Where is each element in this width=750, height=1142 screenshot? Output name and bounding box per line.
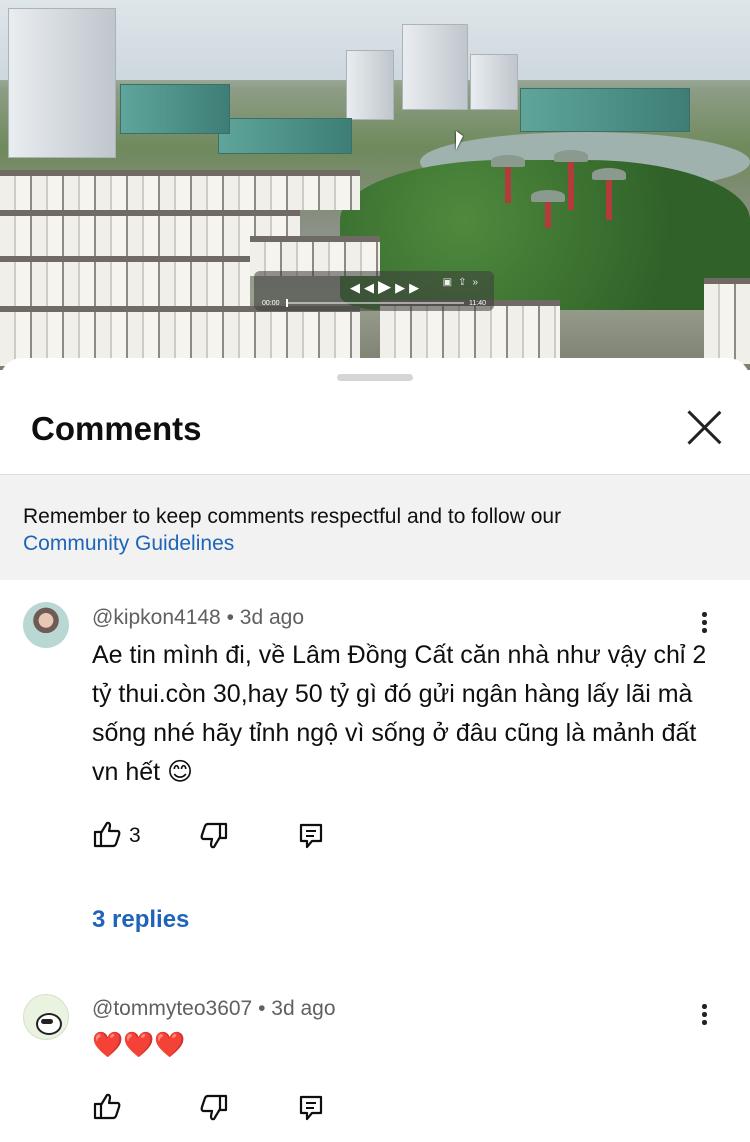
- video-scenery: [0, 306, 360, 366]
- like-count: 3: [129, 824, 141, 847]
- close-icon[interactable]: [684, 407, 724, 447]
- share-icon[interactable]: ⇪: [458, 277, 472, 288]
- comment-author[interactable]: @kipkon4148: [92, 606, 221, 629]
- video-scenery: [592, 168, 626, 220]
- video-scenery: [218, 118, 352, 154]
- meta-separator: •: [258, 997, 272, 1020]
- skip-icon[interactable]: »: [472, 277, 484, 288]
- drag-handle[interactable]: [337, 374, 413, 381]
- avatar[interactable]: [23, 994, 69, 1040]
- video-controls[interactable]: ◀◀▶▶▶ ▣⇪» 00:00 11:40: [254, 271, 494, 311]
- community-guidelines-link[interactable]: Community Guidelines: [23, 530, 234, 557]
- avatar[interactable]: [23, 602, 69, 648]
- video-scenery: [8, 8, 116, 158]
- thumbs-down-icon[interactable]: [199, 822, 229, 850]
- video-scenery: [491, 155, 525, 203]
- guidelines-notice: Remember to keep comments respectful and…: [0, 475, 750, 580]
- comment-text: Ae tin mình đi, về Lâm Đồng Cất căn nhà …: [92, 641, 707, 786]
- play-icon[interactable]: ▶: [378, 277, 395, 296]
- reply-icon[interactable]: [298, 822, 324, 850]
- video-extra-controls[interactable]: ▣⇪»: [443, 277, 484, 288]
- sheet-title: Comments: [31, 410, 202, 447]
- replies-link[interactable]: 3 replies: [92, 906, 189, 934]
- time-total: 11:40: [469, 300, 486, 307]
- comment-meta: @kipkon4148 • 3d ago: [92, 606, 304, 630]
- video-scenery: [531, 190, 565, 228]
- comments-sheet: Comments Remember to keep comments respe…: [0, 358, 750, 1142]
- comment-age: 3d ago: [271, 997, 336, 1020]
- video-scenery: [470, 54, 518, 110]
- video-scenery: [554, 150, 588, 210]
- comment-meta: @tommyteo3607 • 3d ago: [92, 997, 336, 1021]
- comment-text: ❤️❤️❤️: [92, 1031, 186, 1059]
- video-scenery: [120, 84, 230, 134]
- thumbs-up-icon[interactable]: [92, 1092, 122, 1120]
- video-scenery: [704, 278, 750, 364]
- thumbs-down-icon[interactable]: [199, 1094, 229, 1122]
- video-scenery: [402, 24, 468, 110]
- reply-icon[interactable]: [298, 1094, 324, 1122]
- video-scenery: [250, 236, 380, 276]
- video-scenery: [346, 50, 394, 120]
- mouse-cursor-icon: [456, 131, 463, 150]
- playback-controls[interactable]: ◀◀▶▶▶: [350, 277, 423, 297]
- thumbs-up-icon[interactable]: [92, 820, 122, 848]
- progress-bar[interactable]: [286, 302, 464, 304]
- meta-separator: •: [226, 606, 240, 629]
- time-current: 00:00: [262, 300, 280, 307]
- comment-author[interactable]: @tommyteo3607: [92, 997, 252, 1020]
- progress-knob[interactable]: [286, 299, 288, 307]
- video-player[interactable]: ◀◀▶▶▶ ▣⇪» 00:00 11:40: [0, 0, 750, 370]
- notice-text: Remember to keep comments respectful and…: [23, 505, 562, 528]
- picture-in-picture-icon[interactable]: ▣: [443, 277, 458, 288]
- video-scenery: [0, 256, 250, 308]
- comment-age: 3d ago: [239, 606, 305, 629]
- video-scenery: [520, 88, 690, 132]
- fast-forward-icon[interactable]: ▶▶: [395, 280, 423, 295]
- video-scenery: [0, 170, 360, 210]
- rewind-icon[interactable]: ◀◀: [350, 280, 378, 295]
